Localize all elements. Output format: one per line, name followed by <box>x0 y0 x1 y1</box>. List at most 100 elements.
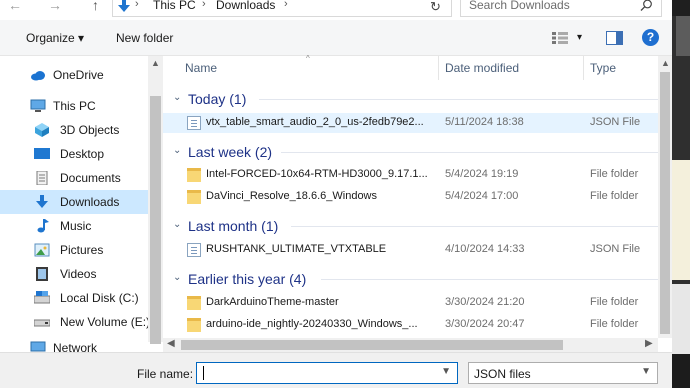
forward-button[interactable]: → <box>48 0 62 13</box>
vertical-scroll-thumb[interactable] <box>660 72 670 334</box>
video-icon <box>36 267 48 281</box>
scroll-up-arrow[interactable]: ▲ <box>151 58 160 68</box>
nav-item-label: OneDrive <box>53 68 104 82</box>
json-file-icon <box>187 116 201 130</box>
help-icon[interactable]: ? <box>642 29 659 46</box>
file-date: 5/4/2024 17:00 <box>445 190 519 202</box>
sort-indicator-icon: ^ <box>306 54 310 63</box>
nav-item-label: Local Disk (C:) <box>60 291 139 305</box>
nav-item-this-pc[interactable]: This PC <box>0 94 148 118</box>
nav-item-label: 3D Objects <box>60 123 120 137</box>
file-row[interactable]: Intel-FORCED-10x64-RTM-HD3000_9.17.1... … <box>163 165 658 185</box>
address-row: ← → ↑ › This PC › Downloads › ↻ Search D… <box>0 0 672 20</box>
chevron-down-icon: ⌄ <box>173 92 182 103</box>
file-row[interactable]: RUSHTANK_ULTIMATE_VTXTABLE 4/10/2024 14:… <box>163 240 658 260</box>
file-name: DarkArduinoTheme-master <box>206 296 339 308</box>
column-header-date[interactable]: Date modified <box>445 61 519 75</box>
file-list: ^ Name Date modified Type ⌄ Today (1) vt… <box>163 54 658 338</box>
nav-item-3d-objects[interactable]: 3D Objects <box>0 118 148 142</box>
preview-pane-icon[interactable] <box>606 31 623 45</box>
nav-scroll-thumb[interactable] <box>150 96 161 344</box>
file-name: Intel-FORCED-10x64-RTM-HD3000_9.17.1... <box>206 168 428 180</box>
group-divider <box>281 152 658 153</box>
cloud-icon <box>31 71 45 81</box>
breadcrumb-separator: › <box>284 0 288 10</box>
nav-item-label: Pictures <box>60 243 104 257</box>
file-name: arduino-ide_nightly-20240330_Windows_... <box>206 318 418 330</box>
chevron-down-icon[interactable]: ▼ <box>441 366 451 377</box>
scroll-up-arrow[interactable]: ▲ <box>661 58 670 68</box>
file-list-horizontal-scrollbar[interactable]: ◀ ▶ <box>163 338 658 352</box>
file-row[interactable]: DaVinci_Resolve_18.6.6_Windows 5/4/2024 … <box>163 187 658 207</box>
nav-item-label: Music <box>60 219 92 233</box>
file-type: JSON File <box>590 243 641 255</box>
breadcrumb-downloads[interactable]: Downloads <box>216 0 275 12</box>
nav-item-music[interactable]: Music <box>0 214 148 238</box>
breadcrumb-this-pc[interactable]: This PC <box>153 0 196 12</box>
back-button[interactable]: ← <box>8 0 22 13</box>
navigation-pane: OneDrive This PC 3D Objects Desktop Docu… <box>0 56 151 355</box>
nav-item-onedrive[interactable]: OneDrive <box>0 63 148 87</box>
command-bar: Organize ▾ New folder ▾ ? <box>0 20 672 56</box>
view-options-icon[interactable] <box>552 32 568 44</box>
search-input[interactable]: Search Downloads <box>460 0 662 17</box>
group-label: Earlier this year (4) <box>188 271 307 287</box>
group-divider <box>291 226 658 227</box>
drive-icon <box>34 291 50 304</box>
text-caret <box>203 366 204 380</box>
document-icon <box>36 171 48 185</box>
file-row[interactable]: vtx_table_smart_audio_2_0_us-2fedb79e2..… <box>163 113 658 133</box>
column-header-name[interactable]: Name <box>185 61 217 75</box>
scroll-left-arrow[interactable]: ◀ <box>167 338 175 349</box>
file-date: 5/4/2024 19:19 <box>445 168 519 180</box>
picture-icon <box>34 243 50 257</box>
chevron-down-icon: ⌄ <box>173 272 182 283</box>
nav-item-documents[interactable]: Documents <box>0 166 148 190</box>
file-name-input[interactable]: ▼ <box>196 362 458 384</box>
file-type: File folder <box>590 168 639 180</box>
column-header-row: ^ Name Date modified Type <box>163 54 658 80</box>
nav-item-pictures[interactable]: Pictures <box>0 238 148 262</box>
new-folder-button[interactable]: New folder <box>116 31 173 45</box>
group-header-last-week[interactable]: ⌄ Last week (2) <box>163 140 658 164</box>
group-header-today[interactable]: ⌄ Today (1) <box>163 87 658 111</box>
chevron-down-icon: ⌄ <box>173 145 182 156</box>
scroll-right-arrow[interactable]: ▶ <box>645 338 653 349</box>
file-type: File folder <box>590 296 639 308</box>
column-divider[interactable] <box>583 56 584 80</box>
address-bar[interactable]: › This PC › Downloads › <box>112 0 452 17</box>
refresh-button[interactable]: ↻ <box>430 0 441 15</box>
up-button[interactable]: ↑ <box>92 0 99 13</box>
nav-item-downloads[interactable]: Downloads <box>0 190 148 214</box>
file-row[interactable]: DarkArduinoTheme-master 3/30/2024 21:20 … <box>163 293 658 313</box>
nav-item-label: Desktop <box>60 147 105 161</box>
nav-item-label: Downloads <box>60 195 120 209</box>
download-icon <box>118 0 130 12</box>
folder-icon <box>187 190 201 204</box>
file-row[interactable]: arduino-ide_nightly-20240330_Windows_...… <box>163 315 658 335</box>
folder-icon <box>187 168 201 182</box>
music-icon <box>37 219 49 233</box>
nav-item-videos[interactable]: Videos <box>0 262 148 286</box>
file-type-select[interactable]: JSON files ▼ <box>468 362 658 384</box>
json-file-icon <box>187 243 201 257</box>
nav-item-new-volume-e[interactable]: New Volume (E:) <box>0 310 151 334</box>
file-name-label: File name: <box>137 367 194 381</box>
drive-icon <box>34 319 50 327</box>
nav-item-desktop[interactable]: Desktop <box>0 142 148 166</box>
file-list-vertical-scrollbar[interactable]: ▲ <box>658 56 672 338</box>
file-date: 4/10/2024 14:33 <box>445 243 525 255</box>
nav-item-local-disk-c[interactable]: Local Disk (C:) <box>0 286 148 310</box>
group-divider <box>259 99 658 100</box>
folder-icon <box>187 318 201 332</box>
column-divider[interactable] <box>438 56 439 80</box>
organize-button[interactable]: Organize ▾ <box>26 31 84 45</box>
nav-item-label: New Volume (E:) <box>60 315 151 329</box>
horizontal-scroll-thumb[interactable] <box>181 340 563 350</box>
column-header-type[interactable]: Type <box>590 61 616 75</box>
chevron-down-icon: ▼ <box>641 366 651 377</box>
group-header-earlier-this-year[interactable]: ⌄ Earlier this year (4) <box>163 267 658 291</box>
view-dropdown[interactable]: ▾ <box>577 32 582 43</box>
group-header-last-month[interactable]: ⌄ Last month (1) <box>163 214 658 238</box>
nav-scrollbar[interactable]: ▲ <box>148 56 163 344</box>
